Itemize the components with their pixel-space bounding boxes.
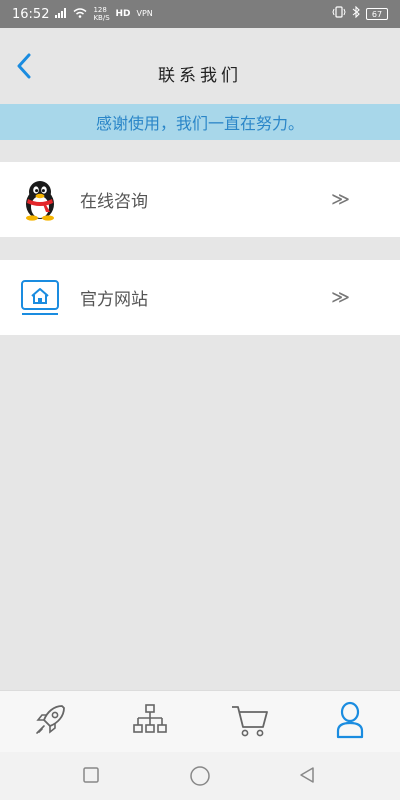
double-chevron-right-icon: ≫ <box>331 189 350 210</box>
bluetooth-icon <box>352 5 360 22</box>
notice-banner: 感谢使用，我们一直在努力。 <box>0 104 400 140</box>
status-right: 67 <box>332 5 388 22</box>
online-consult-label: 在线咨询 <box>80 192 148 212</box>
home-website-icon <box>20 278 60 318</box>
status-bar: 16:52 128 KB/S HD VPN 67 <box>0 0 400 28</box>
double-chevron-right-icon: ≫ <box>331 287 350 308</box>
back-nav-button[interactable] <box>298 766 316 788</box>
square-icon <box>82 766 100 788</box>
tab-launch[interactable] <box>0 691 100 752</box>
tab-profile[interactable] <box>300 691 400 752</box>
status-left: 16:52 128 KB/S HD VPN <box>12 6 153 22</box>
notice-text: 感谢使用，我们一直在努力。 <box>95 114 304 133</box>
bottom-tab-bar <box>0 690 400 752</box>
recent-apps-button[interactable] <box>82 766 100 788</box>
vibrate-icon <box>332 6 346 22</box>
wifi-icon <box>73 7 87 22</box>
cart-icon <box>230 702 270 742</box>
battery-indicator: 67 <box>366 8 388 20</box>
status-time: 16:52 <box>12 6 50 22</box>
page-title: 联系我们 <box>158 66 242 86</box>
system-nav-bar <box>0 752 400 800</box>
user-icon <box>335 701 365 743</box>
official-website-item[interactable]: 官方网站 ≫ <box>0 260 400 335</box>
network-speed: 128 KB/S <box>93 6 110 22</box>
vpn-badge: VPN <box>136 9 153 18</box>
triangle-left-icon <box>298 766 316 788</box>
sitemap-icon <box>132 702 168 742</box>
signal-icon <box>55 7 67 22</box>
online-consult-item[interactable]: 在线咨询 ≫ <box>0 162 400 237</box>
tab-sitemap[interactable] <box>100 691 200 752</box>
hd-badge: HD <box>115 8 131 19</box>
nav-header: 联系我们 <box>0 28 400 104</box>
tab-cart[interactable] <box>200 691 300 752</box>
contact-us-screen: 16:52 128 KB/S HD VPN 67 联系我们 感谢使用，我们一直在… <box>0 0 400 800</box>
official-website-label: 官方网站 <box>80 290 148 310</box>
circle-icon <box>189 765 211 791</box>
qq-penguin-icon <box>20 180 60 221</box>
home-button[interactable] <box>189 765 211 791</box>
rocket-icon <box>32 702 68 742</box>
